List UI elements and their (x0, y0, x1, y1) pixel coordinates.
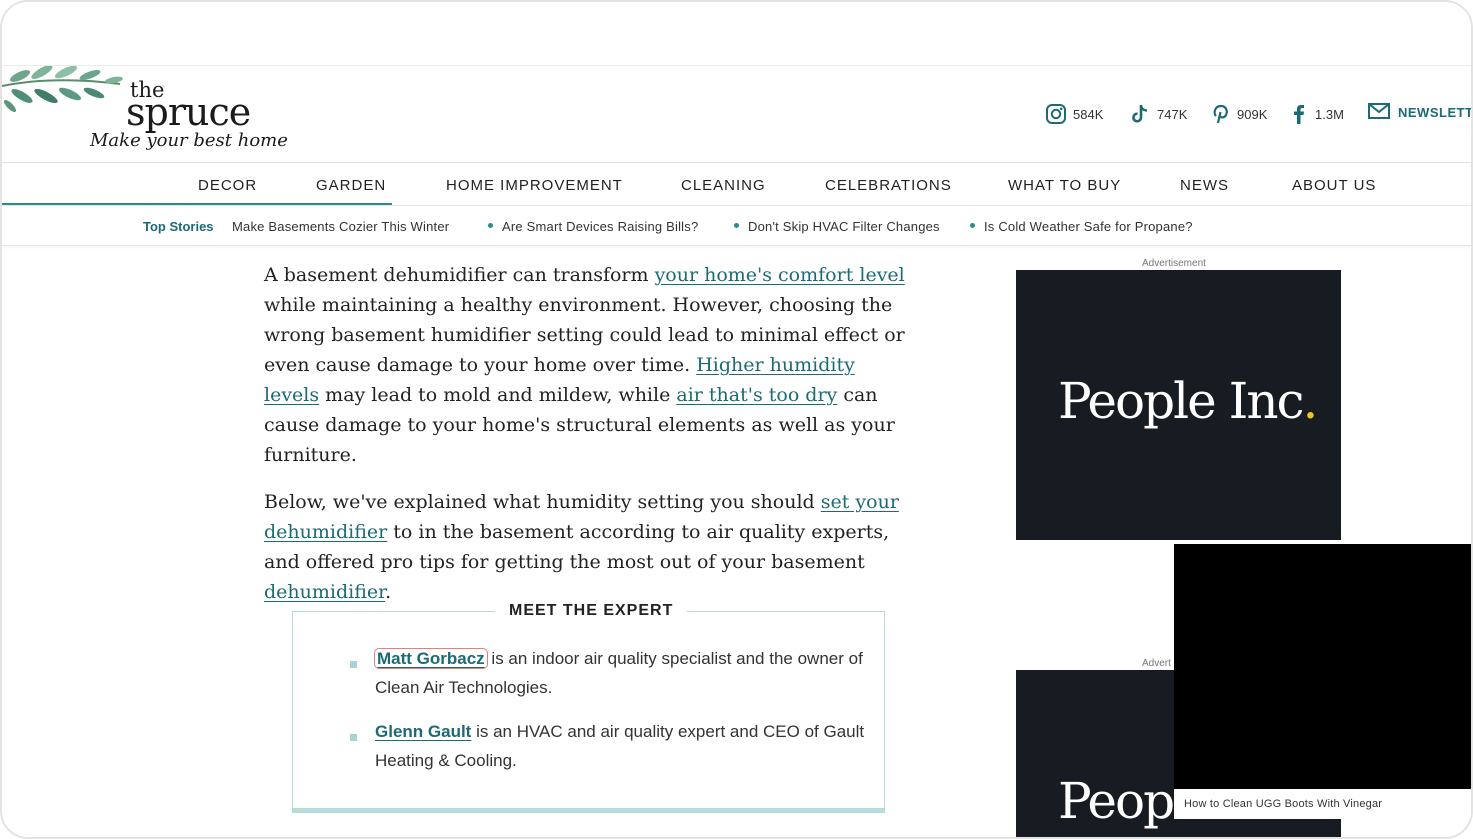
site-logo[interactable]: the spruce Make your best home (2, 66, 292, 163)
instagram-icon (1045, 103, 1067, 125)
tiktok-icon (1129, 103, 1151, 125)
nav-home-improvement[interactable]: HOME IMPROVEMENT (446, 177, 623, 194)
tiktok-count: 747K (1157, 106, 1188, 122)
text-span: Below, we've explained what humidity set… (264, 491, 821, 513)
facebook-icon (1287, 103, 1309, 125)
ad-label: Advertisement (1142, 258, 1206, 269)
social-tiktok[interactable]: 747K (1129, 103, 1187, 125)
top-story-link[interactable]: Is Cold Weather Safe for Propane? (984, 219, 1193, 234)
video-player[interactable] (1174, 544, 1471, 789)
expert-item: Matt Gorbacz is an indoor air quality sp… (374, 644, 865, 702)
ad-brand-name: People Inc (1058, 372, 1305, 430)
logo-tagline: Make your best home (90, 130, 288, 151)
pinterest-icon (1209, 103, 1231, 125)
article-paragraph: Below, we've explained what humidity set… (264, 487, 914, 607)
meet-the-expert-box: MEET THE EXPERT Matt Gorbacz is an indoo… (292, 602, 885, 813)
top-stories-bar: Top Stories Make Basements Cozier This W… (2, 206, 1471, 246)
ad-brand-text: Peopl (1058, 772, 1189, 830)
newsletter-button[interactable]: NEWSLETT (1368, 103, 1473, 122)
social-facebook[interactable]: 1.3M (1287, 103, 1344, 125)
nav-celebrations[interactable]: CELEBRATIONS (825, 177, 952, 194)
social-pinterest[interactable]: 909K (1209, 103, 1267, 125)
nav-news[interactable]: NEWS (1180, 177, 1229, 194)
pinterest-count: 909K (1237, 106, 1268, 122)
nav-cleaning[interactable]: CLEANING (681, 177, 766, 194)
mail-icon (1368, 103, 1390, 122)
site-header: the spruce Make your best home 584K 747K… (2, 66, 1471, 163)
text-span: A basement dehumidifier can transform (264, 264, 655, 286)
text-span: may lead to mold and mildew, while (319, 384, 677, 406)
browser-viewport: the spruce Make your best home 584K 747K… (0, 0, 1473, 839)
instagram-count: 584K (1073, 106, 1104, 122)
nav-about-us[interactable]: ABOUT US (1292, 177, 1376, 194)
expert-item: Glenn Gault is an HVAC and air quality e… (375, 717, 865, 775)
nav-active-underline (2, 203, 392, 205)
main-nav: DECOR GARDEN HOME IMPROVEMENT CLEANING C… (2, 164, 1471, 206)
logo-spruce: spruce (126, 90, 251, 134)
nav-what-to-buy[interactable]: WHAT TO BUY (1008, 177, 1121, 194)
ad-brand-text: People Inc. (1058, 372, 1319, 430)
top-story-link[interactable]: Make Basements Cozier This Winter (232, 219, 449, 234)
expert-name-link[interactable]: Glenn Gault (375, 722, 471, 741)
bullet-icon (350, 661, 357, 668)
expert-box-title: MEET THE EXPERT (495, 602, 688, 620)
comfort-level-link[interactable]: your home's comfort level (655, 264, 905, 286)
top-stories-label: Top Stories (143, 219, 214, 234)
social-instagram[interactable]: 584K (1045, 103, 1103, 125)
leaf-branch-icon (2, 66, 123, 113)
separator-dot (734, 223, 739, 228)
expert-name-link[interactable]: Matt Gorbacz (374, 648, 488, 669)
facebook-count: 1.3M (1315, 106, 1344, 122)
dry-air-link[interactable]: air that's too dry (676, 384, 837, 406)
newsletter-label: NEWSLETT (1398, 105, 1473, 120)
nav-decor[interactable]: DECOR (198, 177, 257, 194)
article-body: A basement dehumidifier can transform yo… (264, 260, 914, 624)
video-caption[interactable]: How to Clean UGG Boots With Vinegar (1174, 789, 1471, 819)
top-story-link[interactable]: Don't Skip HVAC Filter Changes (748, 219, 940, 234)
dehumidifier-link[interactable]: dehumidifier (264, 581, 385, 603)
ad-label: Advert (1142, 658, 1171, 669)
top-story-link[interactable]: Are Smart Devices Raising Bills? (502, 219, 698, 234)
text-span: . (385, 581, 392, 603)
nav-garden[interactable]: GARDEN (316, 177, 386, 194)
article-paragraph: A basement dehumidifier can transform yo… (264, 260, 914, 470)
ad-brand-dot: . (1302, 372, 1319, 430)
top-blank-band (2, 2, 1471, 66)
ad-banner[interactable]: People Inc. (1016, 270, 1341, 540)
separator-dot (970, 223, 975, 228)
bullet-icon (350, 734, 357, 741)
separator-dot (488, 223, 493, 228)
